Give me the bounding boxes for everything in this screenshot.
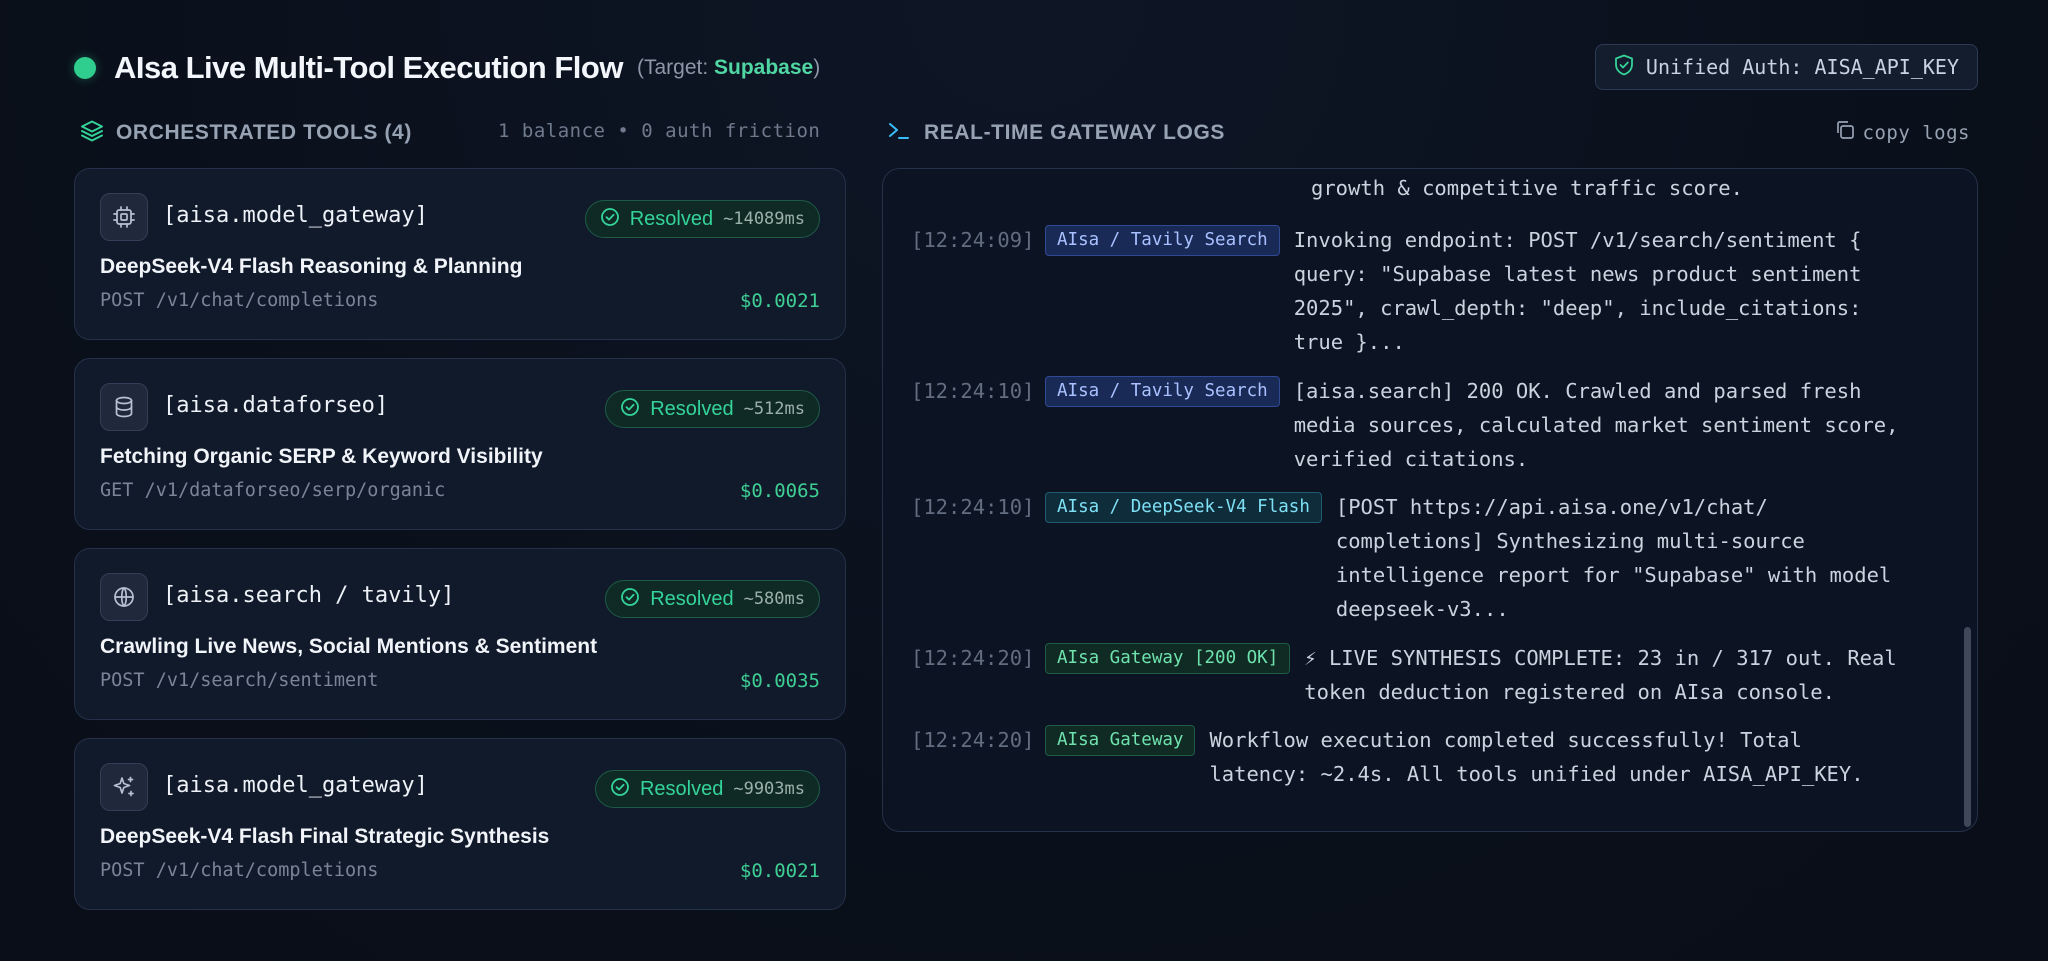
target-prefix: (Target:	[636, 56, 714, 79]
gateway-log-panel[interactable]: growth & competitive traffic score. [12:…	[882, 168, 1978, 832]
status-badge: Resolved ~9903ms	[594, 770, 820, 808]
tools-section-meta: 1 balance • 0 auth friction	[498, 120, 821, 142]
check-circle-icon	[610, 777, 630, 802]
tool-name: [aisa.dataforseo]	[163, 393, 389, 418]
log-timestamp: [12:24:10]	[911, 495, 1035, 519]
log-source-tag: AIsa / Tavily Search	[1045, 376, 1280, 407]
tool-endpoint: POST /v1/chat/completions	[100, 290, 379, 311]
log-message: [aisa.search] 200 OK. Crawled and parsed…	[1294, 374, 1899, 476]
tool-name: [aisa.model_gateway]	[163, 203, 428, 228]
log-line: Invoking endpoint: POST /v1/search/senti…	[1293, 228, 1862, 252]
tool-cost: $0.0035	[739, 670, 820, 692]
log-line: query: "Supabase latest news product sen…	[1293, 262, 1862, 286]
status-label: Resolved	[650, 397, 734, 420]
tool-endpoint: POST /v1/search/sentiment	[100, 670, 379, 691]
cpu-icon	[100, 193, 148, 241]
log-line: [aisa.search] 200 OK. Crawled and parsed…	[1293, 379, 1862, 403]
tools-section-title: ORCHESTRATED TOOLS (4)	[116, 121, 412, 144]
page-title: AIsa Live Multi-Tool Execution Flow	[114, 50, 623, 85]
target-name: Supabase	[714, 56, 814, 79]
status-badge: Resolved ~580ms	[605, 580, 820, 618]
target-label: (Target: Supabase)	[637, 56, 820, 80]
globe-icon	[100, 573, 148, 621]
auth-badge-label: Unified Auth: AISA_API_KEY	[1645, 55, 1959, 79]
log-timestamp: [12:24:20]	[911, 646, 1035, 670]
log-line: 2025", crawl_depth: "deep", include_cita…	[1293, 296, 1862, 320]
tool-endpoint: GET /v1/dataforseo/serp/organic	[100, 480, 446, 501]
tool-description: DeepSeek-V4 Flash Reasoning & Planning	[100, 255, 523, 278]
tool-name: [aisa.model_gateway]	[163, 773, 428, 798]
log-line: latency: ~2.4s. All tools unified under …	[1209, 762, 1864, 786]
copy-logs-button[interactable]: copy logs	[1835, 120, 1970, 145]
log-entry: [12:24:10] AIsa / Tavily Search [aisa.se…	[911, 374, 1898, 476]
tool-card[interactable]: [aisa.search / tavily] Resolved ~580ms C…	[74, 548, 846, 720]
log-source-tag: AIsa Gateway	[1045, 725, 1196, 756]
log-line: deepseek-v3...	[1335, 597, 1509, 621]
tool-endpoint: POST /v1/chat/completions	[100, 860, 379, 881]
database-icon	[100, 383, 148, 431]
log-partial-line: growth & competitive traffic score.	[1311, 176, 1743, 200]
latency-value: ~580ms	[743, 589, 805, 609]
status-badge: Resolved ~14089ms	[584, 200, 820, 238]
log-line: intelligence report for "Supabase" with …	[1335, 563, 1892, 587]
log-line: true }...	[1293, 330, 1405, 354]
live-status-dot	[74, 57, 96, 79]
log-line: completions] Synthesizing multi-source	[1335, 529, 1805, 553]
check-circle-icon	[620, 397, 640, 422]
log-entry: [12:24:20] AIsa Gateway Workflow executi…	[911, 723, 1864, 791]
tool-description: DeepSeek-V4 Flash Final Strategic Synthe…	[100, 825, 550, 848]
status-badge: Resolved ~512ms	[605, 390, 820, 428]
tool-card[interactable]: [aisa.dataforseo] Resolved ~512ms Fetchi…	[74, 358, 846, 530]
copy-logs-label: copy logs	[1862, 121, 1970, 144]
latency-value: ~9903ms	[733, 779, 805, 799]
target-suffix: )	[813, 56, 821, 79]
log-message: [POST https://api.aisa.one/v1/chat/ comp…	[1336, 490, 1891, 626]
tools-section-header: ORCHESTRATED TOOLS (4)	[80, 116, 412, 150]
tool-description: Fetching Organic SERP & Keyword Visibili…	[100, 445, 543, 468]
log-line: Workflow execution completed successfull…	[1209, 728, 1802, 752]
log-message: Workflow execution completed successfull…	[1209, 723, 1863, 791]
tool-description: Crawling Live News, Social Mentions & Se…	[100, 635, 598, 658]
log-line: media sources, calculated market sentime…	[1293, 413, 1899, 437]
log-timestamp: [12:24:20]	[911, 728, 1035, 752]
log-message: ⚡ LIVE SYNTHESIS COMPLETE: 23 in / 317 o…	[1304, 641, 1896, 709]
copy-icon	[1835, 120, 1855, 145]
log-source-tag: AIsa Gateway [200 OK]	[1045, 643, 1291, 674]
tool-cost: $0.0021	[739, 860, 820, 882]
log-timestamp: [12:24:09]	[911, 228, 1035, 252]
log-timestamp: [12:24:10]	[911, 379, 1035, 403]
unified-auth-badge: Unified Auth: AISA_API_KEY	[1594, 44, 1978, 90]
log-source-tag: AIsa / DeepSeek-V4 Flash	[1045, 492, 1322, 523]
tool-card[interactable]: [aisa.model_gateway] Resolved ~14089ms D…	[74, 168, 846, 340]
page-header: AIsa Live Multi-Tool Execution Flow (Tar…	[74, 44, 820, 92]
terminal-icon	[888, 121, 910, 146]
latency-value: ~512ms	[743, 399, 805, 419]
status-label: Resolved	[650, 587, 734, 610]
log-source-tag: AIsa / Tavily Search	[1045, 225, 1280, 256]
log-line: [POST https://api.aisa.one/v1/chat/	[1335, 495, 1768, 519]
logs-section-title: REAL-TIME GATEWAY LOGS	[924, 121, 1225, 144]
status-label: Resolved	[629, 207, 714, 230]
tool-name: [aisa.search / tavily]	[163, 583, 455, 608]
log-line: token deduction registered on AIsa conso…	[1304, 680, 1835, 704]
log-entry: [12:24:20] AIsa Gateway [200 OK] ⚡ LIVE …	[911, 641, 1897, 709]
log-message: Invoking endpoint: POST /v1/search/senti…	[1294, 223, 1862, 359]
sparkles-icon	[100, 763, 148, 811]
log-line: verified citations.	[1293, 447, 1529, 471]
log-entry: [12:24:10] AIsa / DeepSeek-V4 Flash [POS…	[911, 490, 1891, 626]
log-line: ⚡ LIVE SYNTHESIS COMPLETE: 23 in / 317 o…	[1304, 646, 1897, 670]
status-label: Resolved	[639, 777, 724, 800]
shield-check-icon	[1614, 54, 1634, 81]
tool-cost: $0.0065	[739, 480, 820, 502]
check-circle-icon	[600, 207, 620, 232]
layers-icon	[80, 119, 104, 148]
tool-card[interactable]: [aisa.model_gateway] Resolved ~9903ms De…	[74, 738, 846, 910]
check-circle-icon	[620, 587, 640, 612]
log-entry: [12:24:09] AIsa / Tavily Search Invoking…	[911, 223, 1861, 359]
log-scrollbar[interactable]	[1964, 627, 1971, 827]
logs-section-header: REAL-TIME GATEWAY LOGS	[888, 116, 1225, 150]
latency-value: ~14089ms	[723, 209, 805, 229]
tool-cost: $0.0021	[739, 290, 820, 312]
